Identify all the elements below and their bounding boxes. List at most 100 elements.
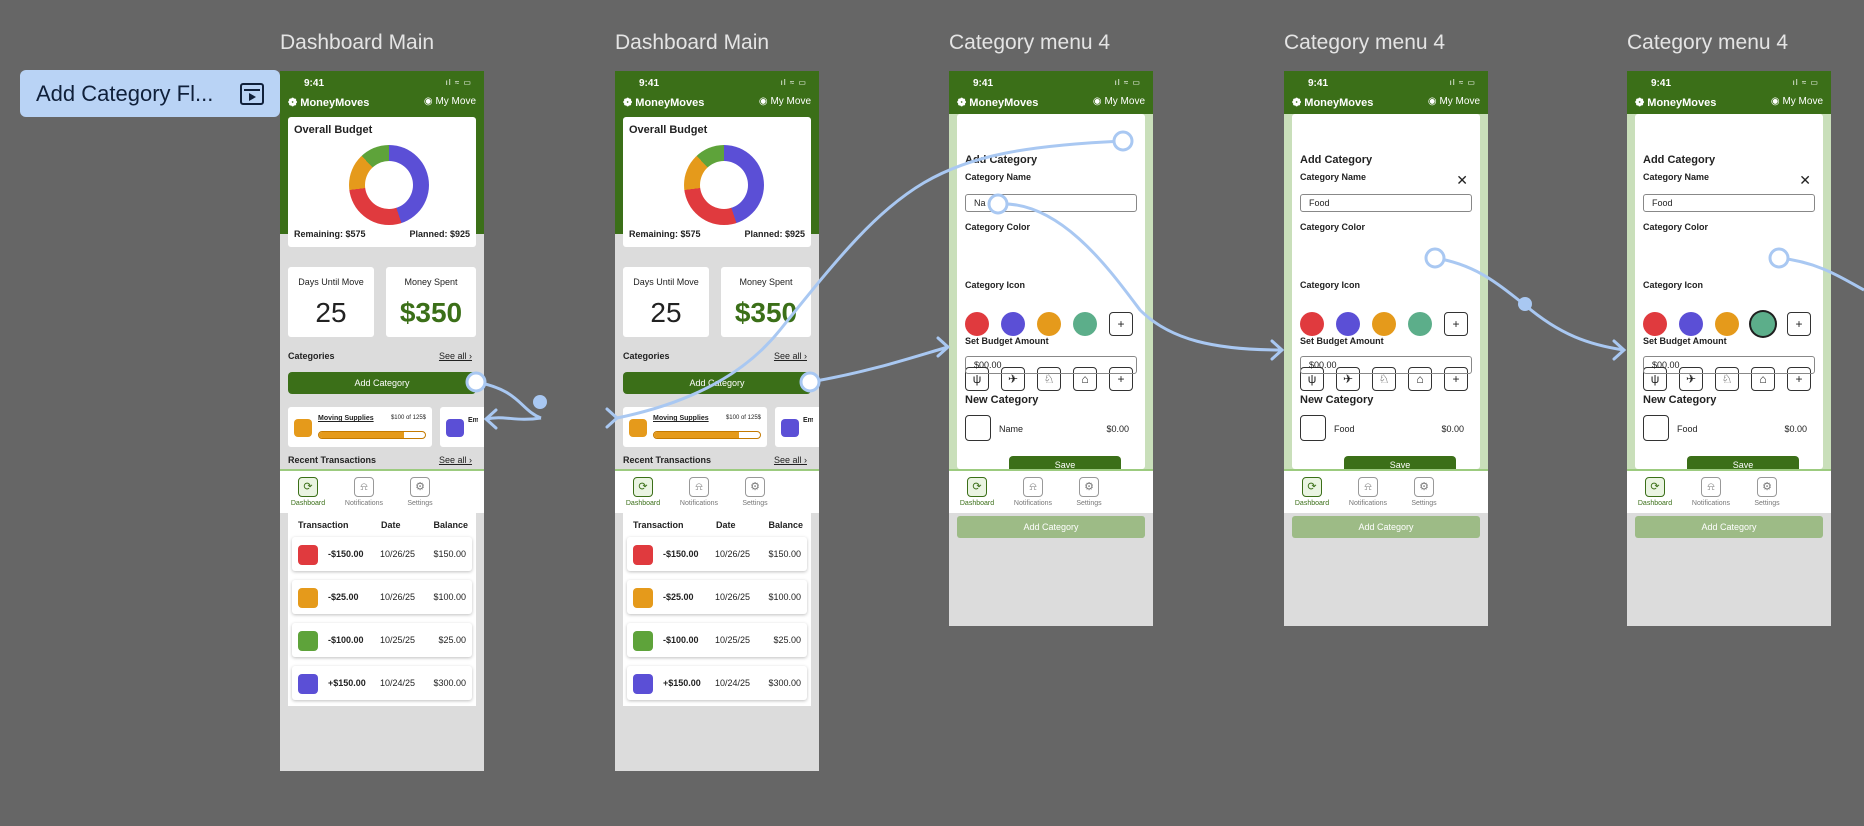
box-icon xyxy=(298,588,318,608)
category-name-input[interactable]: Food xyxy=(1300,194,1472,212)
bell-icon: ⍾ xyxy=(689,477,709,497)
tab-dashboard[interactable]: ⟳ Dashboard xyxy=(1290,477,1334,507)
tab-dashboard[interactable]: ⟳ Dashboard xyxy=(1633,477,1677,507)
categories-heading: Categories xyxy=(623,351,670,361)
status-time: 9:41 xyxy=(639,78,660,89)
budget-donut-chart xyxy=(684,145,764,225)
color-swatch[interactable] xyxy=(1073,312,1097,336)
color-swatch[interactable] xyxy=(1679,312,1703,336)
user-menu[interactable]: ◉ My Move xyxy=(1771,96,1823,107)
color-swatch[interactable] xyxy=(1037,312,1061,336)
budget-donut-chart xyxy=(349,145,429,225)
frame-label: Category menu 4 xyxy=(1627,31,1789,54)
user-menu[interactable]: ◉ My Move xyxy=(759,96,811,107)
add-category-button[interactable]: Add Category xyxy=(1292,516,1480,538)
color-swatch[interactable] xyxy=(1643,312,1667,336)
add-category-button[interactable]: Add Category xyxy=(957,516,1145,538)
tab-settings[interactable]: ⚙ Settings xyxy=(733,477,777,507)
tab-settings[interactable]: ⚙ Settings xyxy=(398,477,442,507)
category-item[interactable]: Moving Supplies $100 of 125$ xyxy=(623,407,767,447)
tab-settings[interactable]: ⚙ Settings xyxy=(1402,477,1446,507)
tab-notifications[interactable]: ⍾ Notifications xyxy=(1346,477,1390,507)
bell-icon: ⍾ xyxy=(1701,477,1721,497)
category-name-input[interactable]: Food xyxy=(1643,194,1815,212)
category-item[interactable]: Moving Supplies $100 of 125$ xyxy=(288,407,432,447)
add-category-button[interactable]: Add Category xyxy=(288,372,476,394)
add-category-button[interactable]: Add Category xyxy=(1635,516,1823,538)
tab-settings[interactable]: ⚙ Settings xyxy=(1745,477,1789,507)
close-icon[interactable]: ✕ xyxy=(1799,172,1811,189)
tab-notifications[interactable]: ⍾ Notifications xyxy=(342,477,386,507)
truck-icon xyxy=(633,545,653,565)
budget-amount-input[interactable]: $00.00 xyxy=(965,356,1137,374)
frame-label: Dashboard Main xyxy=(280,31,435,54)
user-menu[interactable]: ◉ My Move xyxy=(424,96,476,107)
categories-see-all-link[interactable]: See all › xyxy=(439,351,472,361)
app-brand: ❁ MoneyMoves xyxy=(1292,97,1374,109)
tab-settings[interactable]: ⚙ Settings xyxy=(1067,477,1111,507)
flow-starting-point[interactable]: Add Category Fl... xyxy=(20,70,280,117)
table-row[interactable]: -$150.00 10/26/25 $150.00 xyxy=(292,537,472,571)
tab-dashboard[interactable]: ⟳ Dashboard xyxy=(621,477,665,507)
tab-dashboard[interactable]: ⟳ Dashboard xyxy=(286,477,330,507)
status-icons: ıl ≈ ▭ xyxy=(1792,78,1819,87)
status-time: 9:41 xyxy=(1651,78,1672,89)
box-icon xyxy=(629,419,647,437)
tab-notifications[interactable]: ⍾ Notifications xyxy=(677,477,721,507)
color-swatch[interactable] xyxy=(1300,312,1324,336)
dashboard-icon: ⟳ xyxy=(967,477,987,497)
days-until-move-card: Days Until Move 25 xyxy=(623,267,709,337)
flow-title: Add Category Fl... xyxy=(36,80,214,106)
home-icon xyxy=(633,631,653,651)
add-category-modal: ✕ Add Category Category Name Food Catego… xyxy=(1635,114,1823,474)
piggy-icon xyxy=(781,419,799,437)
status-time: 9:41 xyxy=(304,78,325,89)
category-name-input[interactable]: Na xyxy=(965,194,1137,212)
tab-notifications[interactable]: ⍾ Notifications xyxy=(1011,477,1055,507)
category-item[interactable]: Em xyxy=(775,407,819,447)
tab-dashboard[interactable]: ⟳ Dashboard xyxy=(955,477,999,507)
color-swatch[interactable] xyxy=(1751,312,1775,336)
color-swatch[interactable] xyxy=(1336,312,1360,336)
add-category-button[interactable]: Add Category xyxy=(623,372,811,394)
transactions-see-all-link[interactable]: See all › xyxy=(774,455,807,465)
table-row[interactable]: +$150.00 10/24/25 $300.00 xyxy=(292,666,472,700)
connection-line xyxy=(475,380,542,420)
add-color-button[interactable]: + xyxy=(1444,312,1468,336)
table-row[interactable]: -$25.00 10/26/25 $100.00 xyxy=(292,580,472,614)
tab-notifications[interactable]: ⍾ Notifications xyxy=(1689,477,1733,507)
table-row[interactable]: -$150.00 10/26/25 $150.00 xyxy=(627,537,807,571)
table-row[interactable]: -$100.00 10/25/25 $25.00 xyxy=(627,623,807,657)
bottom-tab-bar: ⟳ Dashboard ⍾ Notifications ⚙ Settings xyxy=(949,469,1153,513)
table-row[interactable]: -$25.00 10/26/25 $100.00 xyxy=(627,580,807,614)
color-swatch[interactable] xyxy=(965,312,989,336)
transactions-table: Transaction Date Balance -$150.00 10/26/… xyxy=(623,510,811,706)
budget-amount-input[interactable]: $00.00 xyxy=(1643,356,1815,374)
color-swatch[interactable] xyxy=(1715,312,1739,336)
add-color-button[interactable]: + xyxy=(1109,312,1133,336)
frame-label: Dashboard Main xyxy=(615,31,770,54)
color-swatch[interactable] xyxy=(1001,312,1025,336)
status-time: 9:41 xyxy=(973,78,994,89)
category-item[interactable]: Em xyxy=(440,407,484,447)
user-menu[interactable]: ◉ My Move xyxy=(1093,96,1145,107)
transactions-see-all-link[interactable]: See all › xyxy=(439,455,472,465)
box-icon xyxy=(633,588,653,608)
budget-amount-input[interactable]: $00.00 xyxy=(1300,356,1472,374)
money-spent-card: Money Spent $350 xyxy=(721,267,811,337)
color-swatch[interactable] xyxy=(1408,312,1432,336)
add-color-button[interactable]: + xyxy=(1787,312,1811,336)
app-header: 9:41 ıl ≈ ▭ ❁ MoneyMoves ◉ My Move xyxy=(949,71,1153,114)
table-row[interactable]: -$100.00 10/25/25 $25.00 xyxy=(292,623,472,657)
category-icon-preview xyxy=(965,415,991,441)
close-icon[interactable]: ✕ xyxy=(1456,172,1468,189)
table-row[interactable]: +$150.00 10/24/25 $300.00 xyxy=(627,666,807,700)
status-time: 9:41 xyxy=(1308,78,1329,89)
app-brand: ❁ MoneyMoves xyxy=(1635,97,1717,109)
phone-frame-category-menu: 9:41 ıl ≈ ▭ ❁ MoneyMoves ◉ My Move ✕ Add… xyxy=(1284,71,1488,626)
color-swatch[interactable] xyxy=(1372,312,1396,336)
gear-icon: ⚙ xyxy=(1757,477,1777,497)
user-menu[interactable]: ◉ My Move xyxy=(1428,96,1480,107)
categories-see-all-link[interactable]: See all › xyxy=(774,351,807,361)
present-flow-icon[interactable] xyxy=(240,82,264,105)
